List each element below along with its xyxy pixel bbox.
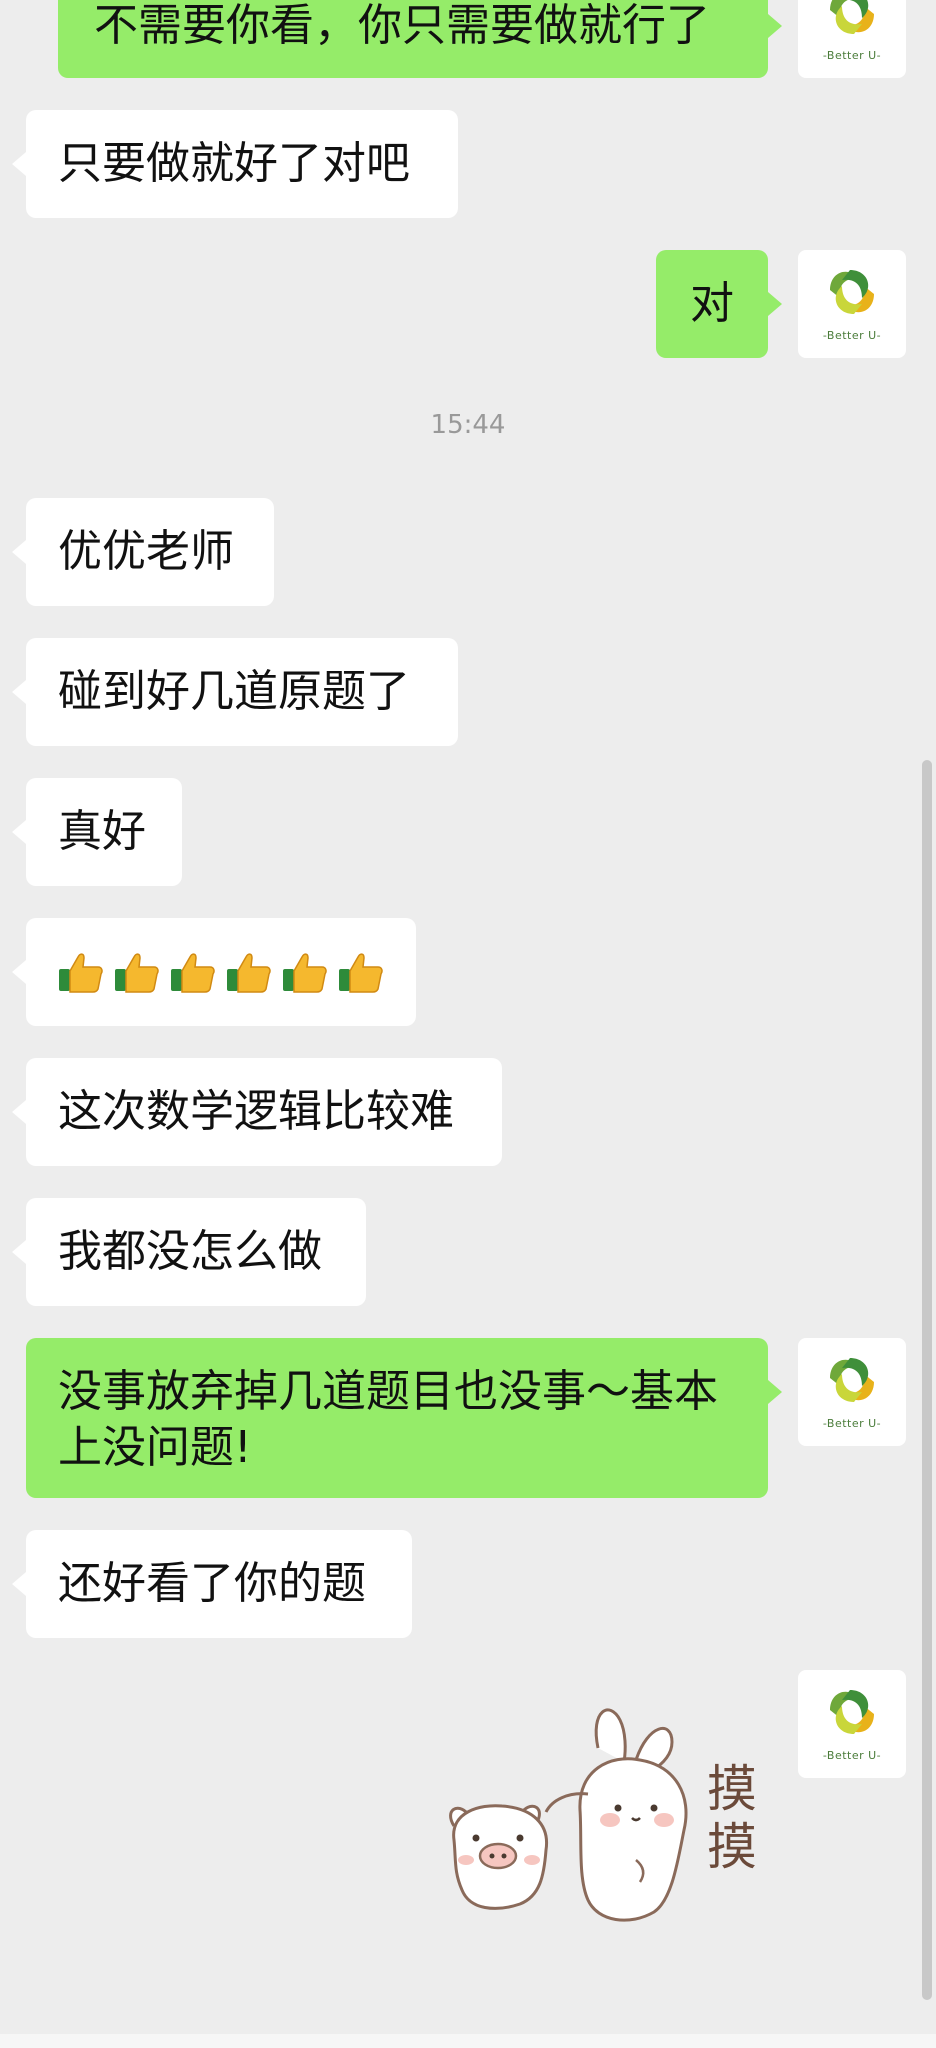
avatar-caption: -Better U- [822,49,882,62]
bubble-tail [12,820,26,844]
message-text: 优优老师 [58,526,234,577]
message-text: 碰到好几道原题了 [58,666,410,717]
message-bubble-received[interactable]: 优优老师 [26,498,274,606]
message-bubble-received[interactable]: 我都没怎么做 [26,1198,366,1306]
avatar[interactable]: -Better U- [798,0,906,78]
message-text: 真好 [58,806,146,857]
thumbs-up-icon [59,953,103,993]
message-text: 这次数学逻辑比较难 [58,1086,454,1137]
pig-and-rabbit-sticker[interactable]: 摸摸 [440,1700,780,1940]
message-text: 对 [690,278,734,329]
bubble-tail [12,1572,26,1596]
thumbs-up-icon [227,953,271,993]
message-text: 还好看了你的题 [58,1558,366,1609]
thumbs-up-icon [171,953,215,993]
message-text: 只要做就好了对吧 [58,138,410,189]
timestamp: 15:44 [430,410,506,440]
message-text: 不需要你看，你只需要做就行了 [94,0,710,51]
message-bubble-received[interactable] [26,918,416,1026]
thumbs-up-icon [283,953,327,993]
pig-figure [449,1804,549,1910]
message-bubble-received[interactable]: 只要做就好了对吧 [26,110,458,218]
message-text: 没事放弃掉几道题目也没事～基本上没问题! [58,1366,718,1473]
emoji-row [56,947,386,997]
thumbs-up-icon [115,953,159,993]
bubble-tail [12,1240,26,1264]
bubble-tail [12,152,26,176]
sticker-caption: 摸摸 [707,1760,757,1876]
message-bubble-received[interactable]: 碰到好几道原题了 [26,638,458,746]
bubble-tail [768,1380,782,1404]
leaf-swirl-logo-icon [830,0,874,34]
avatar[interactable]: -Better U- [798,1338,906,1446]
bubble-tail [12,680,26,704]
message-bubble-received[interactable]: 真好 [26,778,182,886]
message-bubble-sent[interactable]: 没事放弃掉几道题目也没事～基本上没问题! [26,1338,768,1498]
bubble-tail [12,540,26,564]
message-bubble-sent[interactable]: 不需要你看，你只需要做就行了 [58,0,768,78]
message-bubble-sent[interactable]: 对 [656,250,768,358]
chat-window: 不需要你看，你只需要做就行了 -Better U- 只要做就好了对吧 对 -Be… [0,0,936,2048]
bottom-edge [0,2034,936,2048]
rabbit-figure [544,1708,688,1922]
avatar[interactable]: -Better U- [798,1670,906,1778]
bubble-tail [768,14,782,38]
avatar-caption: -Better U- [822,329,882,342]
thumbs-up-icon [339,953,383,993]
avatar[interactable]: -Better U- [798,250,906,358]
bubble-tail [12,960,26,984]
message-text: 我都没怎么做 [58,1226,322,1277]
message-bubble-received[interactable]: 这次数学逻辑比较难 [26,1058,502,1166]
message-bubble-received[interactable]: 还好看了你的题 [26,1530,412,1638]
avatar-caption: -Better U- [822,1749,882,1762]
avatar-caption: -Better U- [822,1417,882,1430]
bubble-tail [768,292,782,316]
scrollbar[interactable] [922,760,932,2000]
bubble-tail [12,1100,26,1124]
